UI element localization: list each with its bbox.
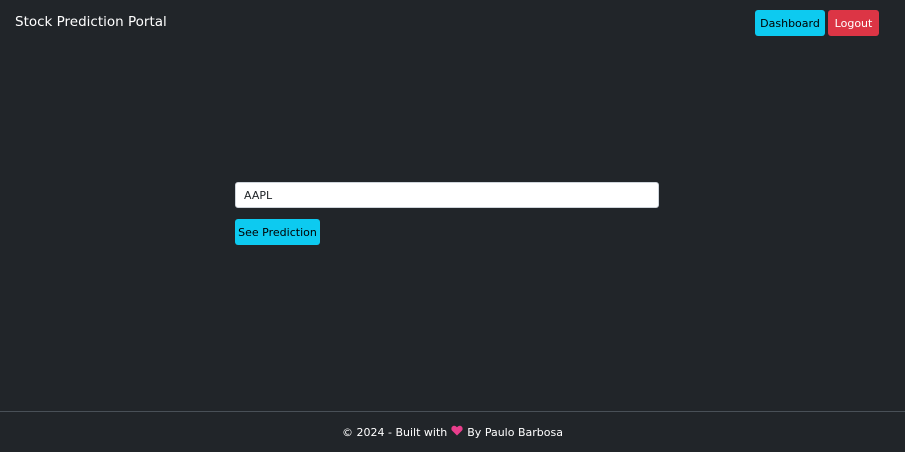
footer: © 2024 - Built with By Paulo Barbosa — [0, 412, 905, 452]
dashboard-button[interactable]: Dashboard — [755, 10, 825, 36]
footer-suffix: By Paulo Barbosa — [467, 425, 563, 439]
see-prediction-button[interactable]: See Prediction — [235, 219, 320, 245]
ticker-input[interactable] — [235, 182, 659, 208]
footer-prefix: © 2024 - Built with — [342, 425, 448, 439]
prediction-form: See Prediction — [235, 182, 659, 245]
heart-icon — [451, 425, 463, 439]
nav-buttons: Dashboard Logout — [755, 10, 879, 36]
brand-link[interactable]: Stock Prediction Portal — [15, 14, 167, 30]
logout-button[interactable]: Logout — [828, 10, 879, 36]
navbar: Stock Prediction Portal Dashboard Logout — [0, 0, 905, 46]
